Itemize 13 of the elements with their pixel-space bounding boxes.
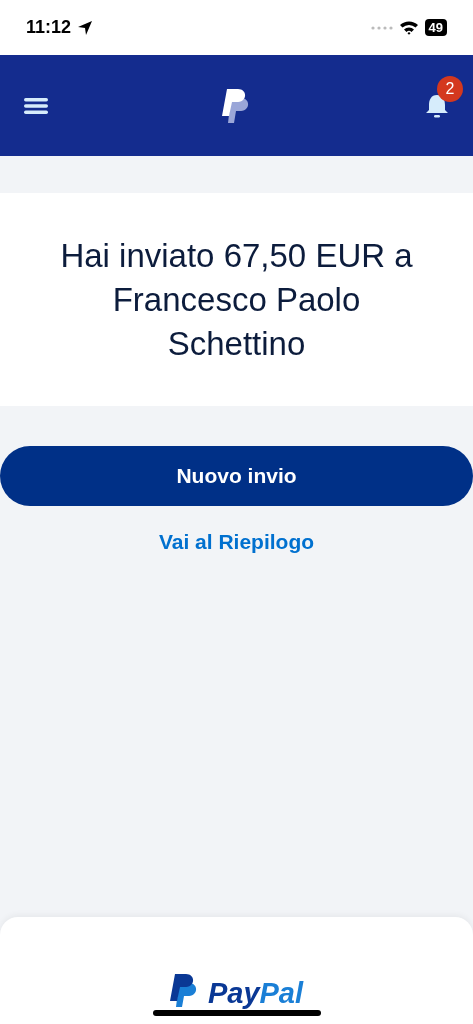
notifications-button[interactable]: 2	[425, 75, 463, 120]
paypal-wordmark: PayPal	[207, 978, 304, 1008]
battery-indicator: 49	[424, 19, 447, 36]
menu-button[interactable]	[24, 96, 48, 115]
summary-link[interactable]: Vai al Riepilogo	[158, 530, 315, 554]
confirmation-message: Hai inviato 67,50 EUR a Francesco Paolo Schettino	[59, 235, 414, 364]
location-arrow-icon	[77, 19, 94, 36]
signal-icon	[370, 24, 393, 31]
notification-badge: 2	[437, 75, 463, 102]
new-send-button[interactable]: Nuovo invio	[0, 446, 473, 506]
menu-icon	[24, 96, 48, 115]
status-time: 11:12	[26, 17, 72, 38]
wifi-icon	[398, 20, 419, 35]
